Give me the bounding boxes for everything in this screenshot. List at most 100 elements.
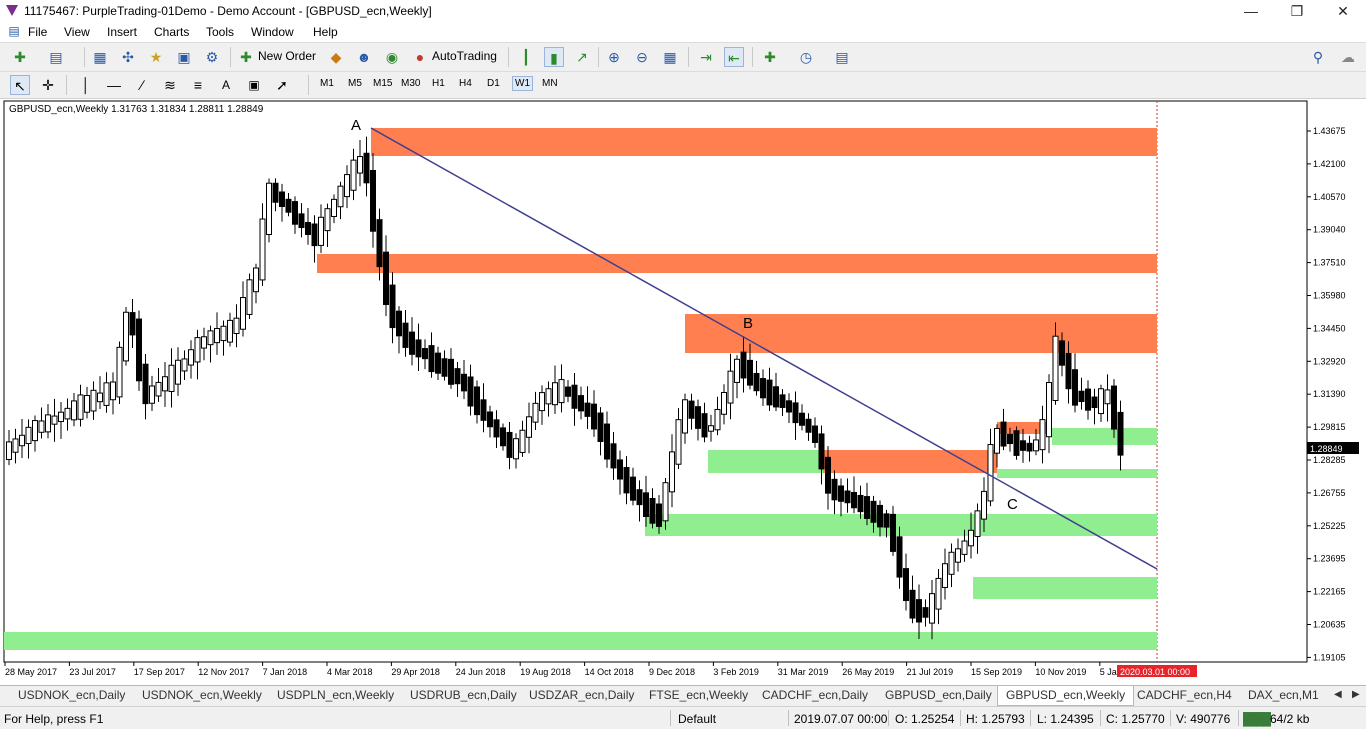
timeframe-h1[interactable]: H1: [432, 78, 445, 89]
date-label: 19 Aug 2018: [520, 667, 571, 677]
chart-shift-icon[interactable]: ⇤: [724, 47, 744, 67]
navigator-icon[interactable]: ★: [146, 47, 166, 67]
search-icon[interactable]: ⚲: [1308, 47, 1328, 67]
candle-body: [461, 373, 467, 392]
autotrading-button[interactable]: AutoTrading: [432, 49, 497, 63]
crosshair-icon[interactable]: ✛: [38, 75, 58, 95]
timeframe-d1[interactable]: D1: [487, 78, 500, 89]
vertical-line-icon[interactable]: │: [76, 75, 96, 95]
tab-cadchf-h4[interactable]: CADCHF_ecn,H4: [1137, 688, 1232, 702]
timeframe-h4[interactable]: H4: [459, 78, 472, 89]
candle-body: [181, 358, 188, 372]
new-order-icon[interactable]: ✚: [236, 47, 256, 67]
maximize-button[interactable]: ❐: [1274, 0, 1320, 22]
candle-body: [955, 548, 961, 563]
menu-view[interactable]: View: [64, 25, 90, 39]
menu-tools[interactable]: Tools: [206, 25, 234, 39]
menu-insert[interactable]: Insert: [107, 25, 137, 39]
candle-body: [493, 419, 500, 438]
menu-window[interactable]: Window: [251, 25, 294, 39]
candle-body: [168, 364, 175, 392]
menu-charts[interactable]: Charts: [154, 25, 189, 39]
date-label: 10 Nov 2019: [1035, 667, 1086, 677]
candle-body: [987, 444, 994, 502]
profiles-icon[interactable]: ▤: [46, 47, 66, 67]
timeframe-m15[interactable]: M15: [373, 78, 392, 89]
price-chart[interactable]: A B C 1.43675 1.42100 1.40570 1.39040 1.3751…: [0, 99, 1366, 685]
periods-clock-icon[interactable]: ◷: [796, 47, 816, 67]
text-icon[interactable]: A: [216, 75, 236, 95]
supply-zone: [371, 128, 1157, 156]
indicators-icon[interactable]: ✚: [760, 47, 780, 67]
tile-windows-icon[interactable]: ▦: [660, 47, 680, 67]
candle-body: [825, 456, 831, 494]
candle-body: [45, 414, 51, 433]
timeframe-m1[interactable]: M1: [320, 78, 334, 89]
equidistant-channel-icon[interactable]: ≋: [160, 75, 180, 95]
candlestick-chart-icon[interactable]: ▮: [544, 47, 564, 67]
candle-body: [532, 402, 539, 423]
new-order-button[interactable]: New Order: [258, 49, 316, 63]
templates-icon[interactable]: ▤: [832, 47, 852, 67]
candle-body: [110, 381, 116, 401]
data-window-icon[interactable]: ✣: [118, 47, 138, 67]
horizontal-line-icon[interactable]: —: [104, 75, 124, 95]
tab-gbpusd-daily[interactable]: GBPUSD_ecn,Daily: [885, 688, 992, 702]
candle-body: [753, 372, 760, 392]
cursor-icon[interactable]: ↖: [10, 75, 30, 95]
close-button[interactable]: ✕: [1320, 0, 1366, 22]
candle-body: [266, 182, 272, 236]
tab-ftse-weekly[interactable]: FTSE_ecn,Weekly: [649, 688, 748, 702]
tab-dax-m1[interactable]: DAX_ecn,M1: [1248, 688, 1319, 702]
candle-body: [19, 434, 25, 447]
trendline-icon[interactable]: ∕: [132, 75, 152, 95]
menu-help[interactable]: Help: [313, 25, 338, 39]
terminal-icon[interactable]: ▣: [174, 47, 194, 67]
tab-usdnok-daily[interactable]: USDNOK_ecn,Daily: [18, 688, 125, 702]
candle-body: [844, 490, 851, 504]
arrows-icon[interactable]: ➚: [272, 75, 292, 95]
timeframe-m30[interactable]: M30: [401, 78, 420, 89]
zoom-in-icon[interactable]: ⊕: [604, 47, 624, 67]
timeframe-w1[interactable]: W1: [512, 76, 533, 91]
tab-usdrub-daily[interactable]: USDRUB_ecn,Daily: [410, 688, 517, 702]
fibonacci-icon[interactable]: ≡: [188, 75, 208, 95]
candle-body: [1085, 388, 1091, 411]
chart-window[interactable]: A B C 1.43675 1.42100 1.40570 1.39040 1.3751…: [0, 99, 1366, 685]
market-icon[interactable]: ◉: [382, 47, 402, 67]
chat-icon[interactable]: ☁: [1338, 47, 1358, 67]
candle-body: [175, 359, 181, 385]
candle-body: [64, 407, 71, 420]
signals-icon[interactable]: ☻: [354, 47, 374, 67]
candle-body: [350, 159, 357, 191]
date-label: 9 Dec 2018: [649, 667, 695, 677]
candle-body: [864, 496, 870, 519]
zoom-out-icon[interactable]: ⊖: [632, 47, 652, 67]
text-label-icon[interactable]: ▣: [244, 75, 264, 95]
tab-usdnok-weekly[interactable]: USDNOK_ecn,Weekly: [142, 688, 262, 702]
new-chart-icon[interactable]: ✚: [10, 47, 30, 67]
tab-gbpusd-weekly[interactable]: GBPUSD_ecn,Weekly: [997, 686, 1135, 706]
minimize-button[interactable]: —: [1228, 0, 1274, 22]
metaeditor-icon[interactable]: ◆: [326, 47, 346, 67]
timeframe-m5[interactable]: M5: [348, 78, 362, 89]
tab-usdpln-weekly[interactable]: USDPLN_ecn,Weekly: [277, 688, 394, 702]
window-title: 11175467: PurpleTrading-01Demo - Demo Ac…: [24, 4, 432, 18]
candle-body: [344, 174, 350, 198]
menu-file[interactable]: File: [28, 25, 47, 39]
candle-body: [623, 467, 630, 494]
strategy-tester-icon[interactable]: ⚙: [202, 47, 222, 67]
autotrading-icon[interactable]: ●: [410, 47, 430, 67]
tabs-scroll-left-icon[interactable]: ◀: [1334, 689, 1342, 700]
tab-cadchf-daily[interactable]: CADCHF_ecn,Daily: [762, 688, 868, 702]
auto-scroll-icon[interactable]: ⇥: [696, 47, 716, 67]
candle-body: [324, 208, 331, 232]
bar-chart-icon[interactable]: ┃: [516, 47, 536, 67]
tabs-scroll-right-icon[interactable]: ▶: [1352, 689, 1360, 700]
tab-usdzar-daily[interactable]: USDZAR_ecn,Daily: [529, 688, 634, 702]
line-chart-icon[interactable]: ↗: [572, 47, 592, 67]
chart-window-icon[interactable]: ▤: [4, 21, 24, 41]
market-watch-icon[interactable]: ▦: [90, 47, 110, 67]
price-label: 1.42100: [1313, 159, 1346, 169]
timeframe-mn[interactable]: MN: [542, 78, 558, 89]
